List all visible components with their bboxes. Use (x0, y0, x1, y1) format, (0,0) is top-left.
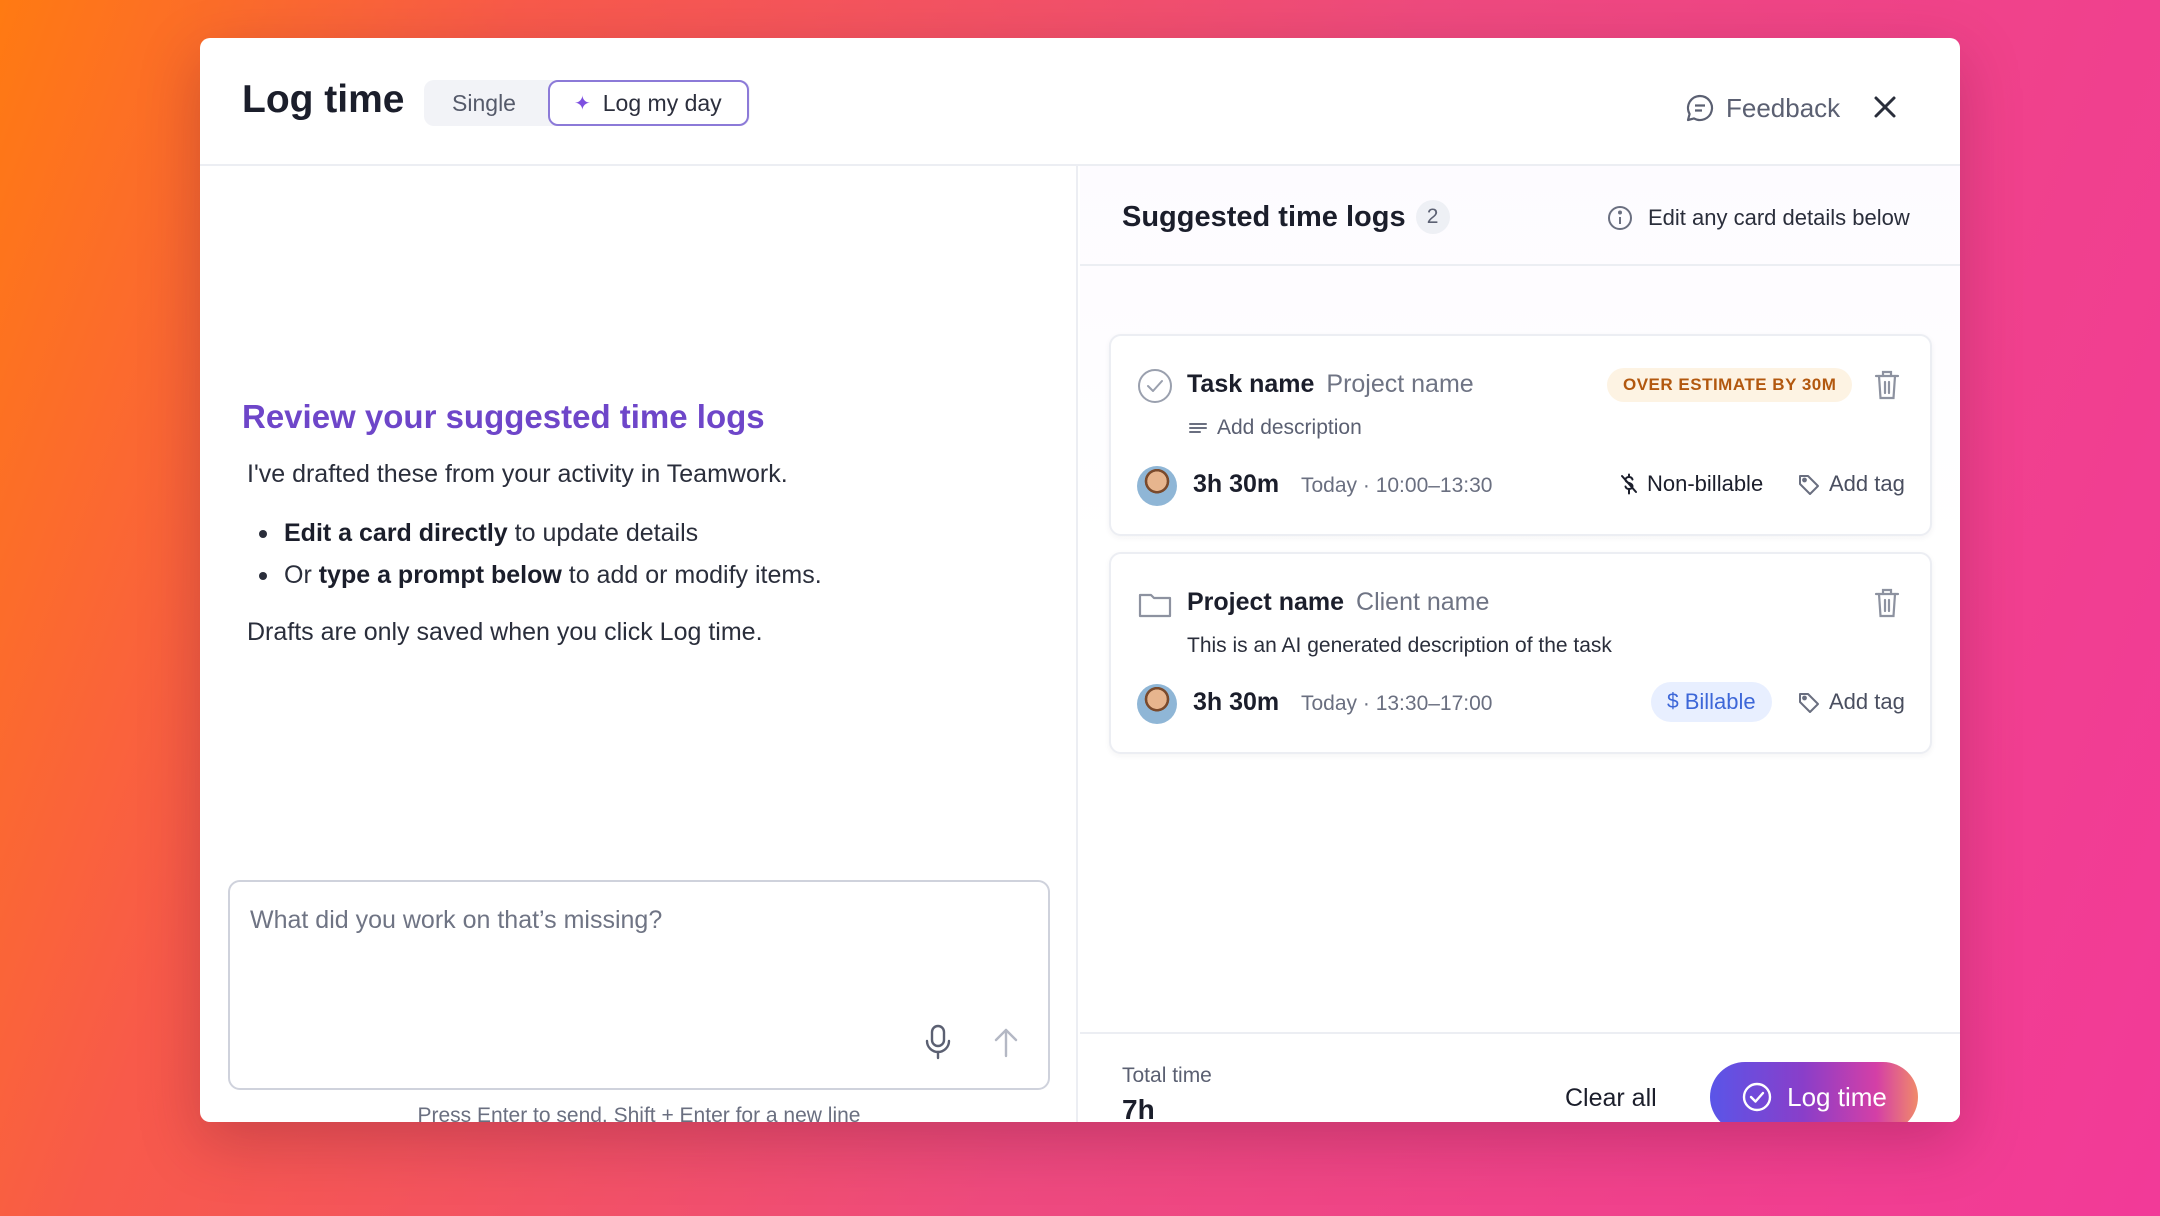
card-title[interactable]: Task name Project name (1187, 370, 1474, 399)
mode-log-my-day-tab[interactable]: ✦ Log my day (548, 80, 749, 126)
feedback-label: Feedback (1726, 92, 1841, 123)
mode-log-my-day-label: Log my day (602, 89, 722, 116)
prompt-box (228, 880, 1050, 1090)
review-heading: Review your suggested time logs (242, 398, 765, 435)
check-circle-icon (1138, 369, 1172, 403)
clear-all-button[interactable]: Clear all (1565, 1084, 1657, 1113)
prompt-panel: Review your suggested time logs I've dra… (200, 166, 1078, 1122)
chat-bubble-icon (1686, 94, 1714, 122)
suggestions-panel: Suggested time logs 2 Edit any card deta… (1080, 166, 1960, 1122)
card-subtitle: Project name (1326, 370, 1474, 398)
prompt-hint: Press Enter to send, Shift + Enter for a… (417, 1104, 861, 1122)
text-lines-icon (1189, 423, 1207, 433)
delete-button[interactable] (1871, 368, 1903, 402)
tag-icon (1799, 693, 1819, 713)
suggestions-header: Suggested time logs 2 Edit any card deta… (1080, 166, 1960, 266)
mode-single-tab[interactable]: Single (424, 80, 544, 126)
folder-icon (1138, 593, 1172, 618)
billing-toggle[interactable]: $ Billable (1651, 682, 1772, 722)
time-range[interactable]: Today · 10:00–13:30 (1301, 474, 1492, 498)
microphone-icon (925, 1024, 951, 1060)
add-tag-button[interactable]: Add tag (1797, 464, 1905, 504)
microphone-button[interactable] (920, 1022, 956, 1062)
time-log-card[interactable]: Task name Project name OVER ESTIMATE BY 3… (1109, 334, 1932, 536)
modal-title: Log time (242, 78, 405, 121)
complete-toggle[interactable] (1137, 368, 1173, 404)
duration-value[interactable]: 3h 30m (1193, 688, 1279, 717)
sparkle-icon: ✦ (574, 92, 591, 115)
duration-value[interactable]: 3h 30m (1193, 470, 1279, 499)
total-time-label: Total time (1122, 1064, 1212, 1087)
log-time-modal: Log time Single ✦ Log my day Feedback Re… (200, 38, 1960, 1122)
drafts-note: Drafts are only saved when you click Log… (247, 618, 763, 646)
time-range[interactable]: Today · 13:30–17:00 (1301, 692, 1492, 716)
feedback-button[interactable]: Feedback (1684, 90, 1840, 126)
tag-icon (1799, 475, 1819, 495)
add-description-button[interactable]: Add description (1187, 416, 1362, 440)
total-time-value: 7h (1122, 1094, 1155, 1122)
add-tag-button[interactable]: Add tag (1797, 682, 1905, 722)
list-item: Edit a card directly to update details (247, 512, 822, 554)
delete-button[interactable] (1871, 586, 1903, 620)
billing-toggle[interactable]: Non-billable (1617, 464, 1763, 504)
card-description[interactable]: This is an AI generated description of t… (1187, 634, 1612, 658)
trash-icon (1874, 370, 1900, 400)
list-item: Or type a prompt below to add or modify … (247, 554, 822, 596)
modal-header: Log time Single ✦ Log my day Feedback (200, 38, 1960, 166)
prompt-input[interactable] (250, 906, 1010, 935)
avatar (1137, 466, 1177, 506)
time-log-card[interactable]: Project name Client name This is an AI ge… (1109, 552, 1932, 754)
send-button[interactable] (988, 1022, 1024, 1062)
close-button[interactable] (1866, 88, 1904, 126)
card-subtitle: Client name (1356, 588, 1490, 616)
dollar-icon: $ (1667, 690, 1679, 713)
log-time-button[interactable]: Log time (1710, 1062, 1918, 1122)
card-title[interactable]: Project name Client name (1187, 588, 1489, 617)
info-icon (1608, 206, 1632, 230)
edit-hint: Edit any card details below (1606, 204, 1910, 232)
intro-text: I've drafted these from your activity in… (247, 460, 788, 488)
mode-switcher: Single ✦ Log my day (424, 80, 750, 126)
project-selector[interactable] (1137, 586, 1173, 622)
check-circle-icon (1742, 1082, 1772, 1112)
suggestions-title: Suggested time logs 2 (1122, 200, 1450, 234)
no-dollar-icon (1621, 473, 1637, 495)
arrow-up-icon (994, 1028, 1018, 1058)
over-estimate-badge: OVER ESTIMATE BY 30M (1607, 368, 1853, 402)
trash-icon (1874, 588, 1900, 618)
modal-footer: Total time 7h Clear all Log time (1080, 1032, 1960, 1122)
instructions-list: Edit a card directly to update details O… (247, 512, 822, 596)
count-badge: 2 (1415, 200, 1450, 234)
avatar (1137, 684, 1177, 724)
close-icon (1874, 96, 1896, 118)
